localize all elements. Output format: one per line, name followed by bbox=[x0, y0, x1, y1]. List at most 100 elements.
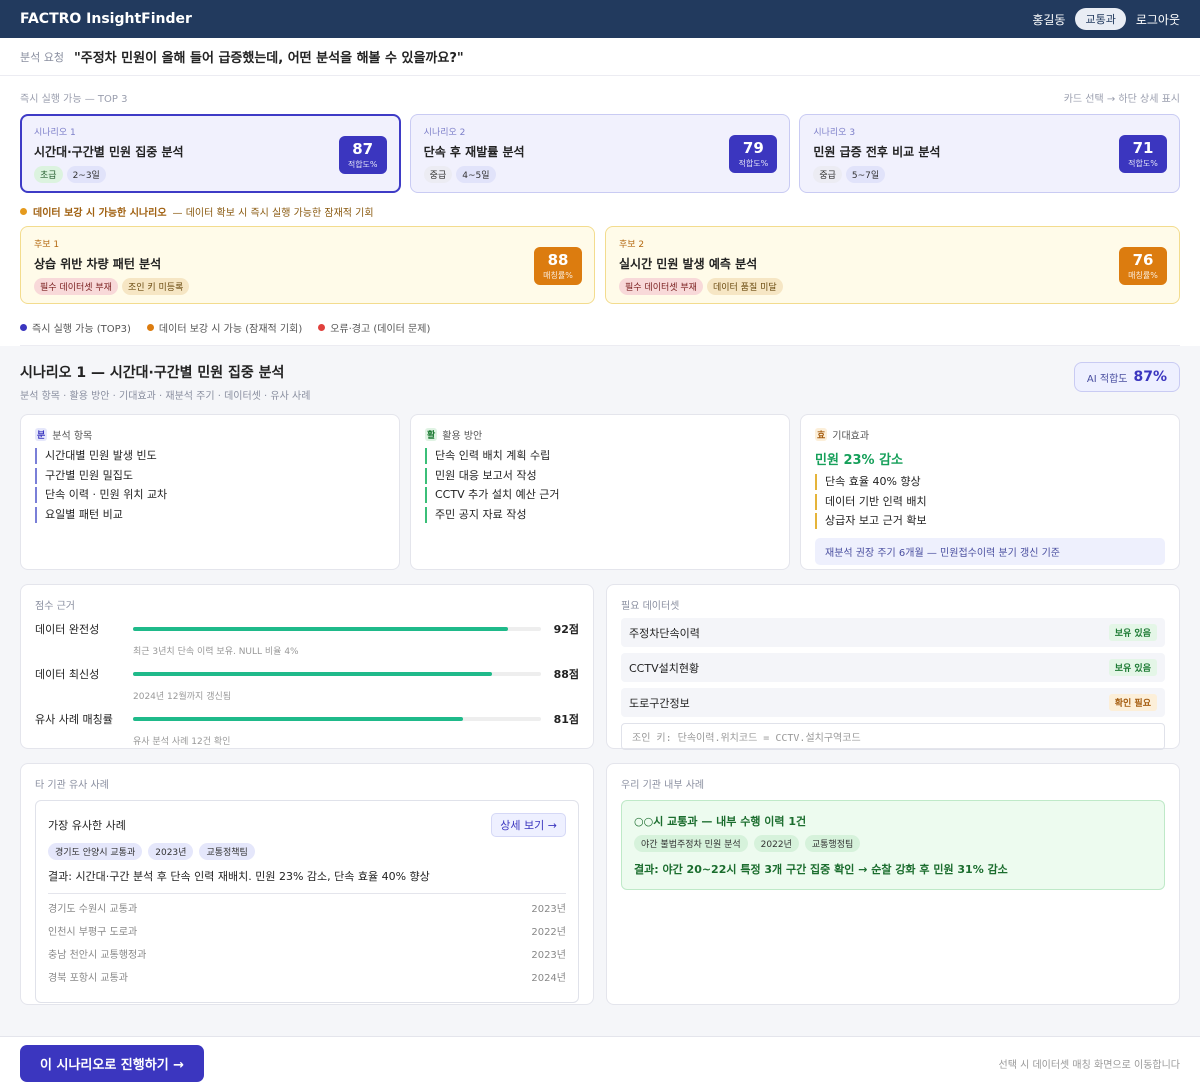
list-item: 민원 대응 보고서 작성 bbox=[425, 467, 775, 484]
case-org: 인천시 부평구 도로과 bbox=[48, 927, 138, 938]
analysis-items-panel: 분 분석 항목 시간대별 민원 발생 빈도 구간별 민원 밀집도 단속 이력 · … bbox=[20, 414, 400, 570]
case-year: 2023년 bbox=[531, 950, 566, 961]
level-chip: 중급 bbox=[813, 166, 842, 183]
candidates-heading: 데이터 보강 시 가능한 시나리오 — 데이터 확보 시 즉시 실행 가능한 잠… bbox=[20, 204, 1180, 219]
case-row[interactable]: 충남 천안시 교통행정과 2023년 bbox=[48, 944, 566, 967]
top3-heading: 즉시 실행 가능 — TOP 3 bbox=[20, 94, 128, 105]
panel-title: 타 기관 유사 사례 bbox=[35, 780, 109, 791]
dataset-row[interactable]: CCTV설치현황 보유 있음 bbox=[621, 653, 1165, 682]
blue-dot-icon bbox=[20, 324, 27, 331]
case-year: 2022년 bbox=[531, 927, 566, 938]
detail-title: 시나리오 1 — 시간대·구간별 민원 집중 분석 bbox=[20, 365, 285, 381]
proceed-button[interactable]: 이 시나리오로 진행하기 → bbox=[20, 1045, 205, 1082]
top3-hint: 카드 선택 → 하단 상세 표시 bbox=[1063, 94, 1180, 105]
detail-subtitle: 분석 항목 · 활용 방안 · 기대효과 · 재분석 주기 · 데이터셋 · 유… bbox=[20, 391, 311, 402]
dataset-name: CCTV설치현황 bbox=[629, 661, 700, 675]
fit-score-unit: 적합도% bbox=[738, 159, 769, 168]
duration-chip: 5~7일 bbox=[845, 166, 886, 183]
score-note: 유사 분석 사례 12건 확인 bbox=[133, 737, 231, 747]
candidate-tag: 후보 2 bbox=[619, 240, 645, 250]
issue-chip: 필수 데이터셋 부재 bbox=[619, 278, 703, 295]
list-item: 상급자 보고 근거 확보 bbox=[815, 513, 1165, 529]
view-detail-button[interactable]: 상세 보기 → bbox=[491, 813, 566, 837]
candidate-card-2[interactable]: 후보 2 실시간 민원 발생 예측 분석 필수 데이터셋 부재 데이터 품질 미… bbox=[605, 226, 1180, 304]
internal-case-box: ○○시 교통과 — 내부 수행 이력 1건 야간 불법주정차 민원 분석 202… bbox=[621, 800, 1165, 890]
app-logo[interactable]: FACTRO InsightFinder bbox=[20, 11, 192, 27]
score-note: 최근 3년치 단속 이력 보유. NULL 비율 4% bbox=[133, 647, 299, 657]
scenario-tag: 시나리오 3 bbox=[813, 128, 856, 138]
case-pill: 교통정책팀 bbox=[199, 843, 255, 860]
dataset-row[interactable]: 주정차단속이력 보유 있음 bbox=[621, 618, 1165, 647]
match-score-badge: 76 매칭률% bbox=[1119, 247, 1167, 285]
scenario-card-2[interactable]: 시나리오 2 단속 후 재발률 분석 중급 4~5일 79 적합도% bbox=[409, 114, 791, 193]
fit-score-badge: 71 적합도% bbox=[1119, 135, 1168, 173]
match-score: 76 bbox=[1132, 251, 1154, 269]
reanalysis-cycle: 재분석 권장 주기 6개월 — 민원접수이력 분기 갱신 기준 bbox=[815, 538, 1165, 565]
case-pill: 교통행정팀 bbox=[804, 835, 861, 852]
score-bar-fill bbox=[133, 717, 464, 721]
case-row[interactable]: 경북 포항시 교통과 2024년 bbox=[48, 967, 566, 990]
list-item: 데이터 기반 인력 배치 bbox=[815, 493, 1165, 510]
list-item: 요일별 패턴 비교 bbox=[35, 506, 385, 523]
score-bar-fill bbox=[133, 627, 509, 631]
scenario-detail: 시나리오 1 — 시간대·구간별 민원 집중 분석 분석 항목 · 활용 방안 … bbox=[0, 346, 1200, 1005]
match-score-unit: 매칭률% bbox=[1128, 271, 1158, 280]
match-score: 88 bbox=[547, 251, 569, 269]
list-item: 단속 이력 · 민원 위치 교차 bbox=[35, 487, 385, 503]
scenario-overview: 분석 요청 "주정차 민원이 올해 들어 급증했는데, 어떤 분석을 해볼 수 … bbox=[0, 38, 1200, 346]
scenario-card-1[interactable]: 시나리오 1 시간대·구간별 민원 집중 분석 초급 2~3일 87 적합도% bbox=[20, 114, 401, 193]
fit-score-badge: 87 적합도% bbox=[338, 136, 387, 174]
orange-dot-icon bbox=[20, 208, 27, 215]
scenario-card-3[interactable]: 시나리오 3 민원 급증 전후 비교 분석 중급 5~7일 71 적합도% bbox=[799, 114, 1181, 193]
score-label: 데이터 최신성 bbox=[35, 668, 100, 681]
fit-score: 79 bbox=[742, 139, 764, 157]
ai-fit-label: AI 적합도 bbox=[1086, 373, 1128, 385]
best-case-box: 가장 유사한 사례 상세 보기 → 경기도 안양시 교통과 2023년 교통정책… bbox=[35, 800, 579, 1003]
score-bar bbox=[133, 627, 541, 631]
legend-error: 오류·경고 (데이터 문제) bbox=[330, 324, 431, 335]
effect-icon: 효 bbox=[815, 428, 828, 441]
candidate-title: 상습 위반 차량 패턴 분석 bbox=[34, 257, 162, 271]
level-chip: 초급 bbox=[34, 166, 63, 183]
analysis-request: 분석 요청 "주정차 민원이 올해 들어 급증했는데, 어떤 분석을 해볼 수 … bbox=[0, 38, 1200, 76]
duration-chip: 2~3일 bbox=[66, 166, 106, 183]
case-year: 2024년 bbox=[531, 973, 566, 984]
score-label: 데이터 완전성 bbox=[35, 623, 100, 636]
duration-chip: 4~5일 bbox=[456, 166, 496, 183]
request-question: "주정차 민원이 올해 들어 급증했는데, 어떤 분석을 해볼 수 있을까요?" bbox=[73, 51, 464, 66]
score-value: 88점 bbox=[553, 668, 579, 681]
case-org: 경북 포항시 교통과 bbox=[48, 973, 128, 984]
fit-score-badge: 79 적합도% bbox=[729, 135, 778, 173]
case-org: 충남 천안시 교통행정과 bbox=[48, 950, 147, 961]
logout-link[interactable]: 로그아웃 bbox=[1136, 11, 1180, 28]
score-label: 유사 사례 매칭률 bbox=[35, 713, 113, 726]
list-item: 단속 효율 40% 향상 bbox=[815, 474, 1165, 490]
candidates-subtitle: — 데이터 확보 시 즉시 실행 가능한 잠재적 기회 bbox=[172, 208, 374, 219]
internal-case-heading: ○○시 교통과 — 내부 수행 이력 1건 bbox=[634, 815, 807, 828]
case-row[interactable]: 인천시 부평구 도로과 2022년 bbox=[48, 921, 566, 944]
dataset-row[interactable]: 도로구간정보 확인 필요 bbox=[621, 688, 1165, 717]
app-header: FACTRO InsightFinder 홍길동 교통과 로그아웃 bbox=[0, 0, 1200, 38]
case-row[interactable]: 경기도 수원시 교통과 2023년 bbox=[48, 898, 566, 921]
candidate-card-1[interactable]: 후보 1 상습 위반 차량 패턴 분석 필수 데이터셋 부재 조인 키 미등록 … bbox=[20, 226, 595, 304]
list-item: 시간대별 민원 발생 빈도 bbox=[35, 448, 385, 464]
panel-title: 기대효과 bbox=[832, 431, 870, 442]
usage-panel: 활 활용 방안 단속 인력 배치 계획 수립 민원 대응 보고서 작성 CCTV … bbox=[410, 414, 790, 570]
case-pill: 야간 불법주정차 민원 분석 bbox=[634, 835, 748, 852]
score-bar-fill bbox=[133, 672, 493, 676]
list-item: CCTV 추가 설치 예산 근거 bbox=[425, 487, 775, 503]
case-pill: 2022년 bbox=[753, 835, 799, 852]
fit-score: 87 bbox=[352, 140, 374, 158]
effect-panel: 효 기대효과 민원 23% 감소 단속 효율 40% 향상 데이터 기반 인력 배… bbox=[800, 414, 1180, 570]
footer-note: 선택 시 데이터셋 매칭 화면으로 이동합니다 bbox=[998, 1060, 1181, 1071]
case-pill: 2023년 bbox=[148, 843, 194, 860]
score-value: 92점 bbox=[553, 623, 579, 636]
candidates-title: 데이터 보강 시 가능한 시나리오 bbox=[33, 208, 167, 219]
red-dot-icon bbox=[318, 324, 326, 331]
best-case-label: 가장 유사한 사례 bbox=[48, 819, 126, 832]
panel-title: 점수 근거 bbox=[35, 601, 75, 612]
panel-title: 활용 방안 bbox=[442, 431, 483, 442]
external-cases-panel: 타 기관 유사 사례 가장 유사한 사례 상세 보기 → 경기도 안양시 교통과… bbox=[20, 763, 594, 1005]
case-pill: 경기도 안양시 교통과 bbox=[48, 843, 143, 860]
datasets-panel: 필요 데이터셋 주정차단속이력 보유 있음 CCTV설치현황 보유 있음 도로구간정… bbox=[606, 584, 1180, 750]
